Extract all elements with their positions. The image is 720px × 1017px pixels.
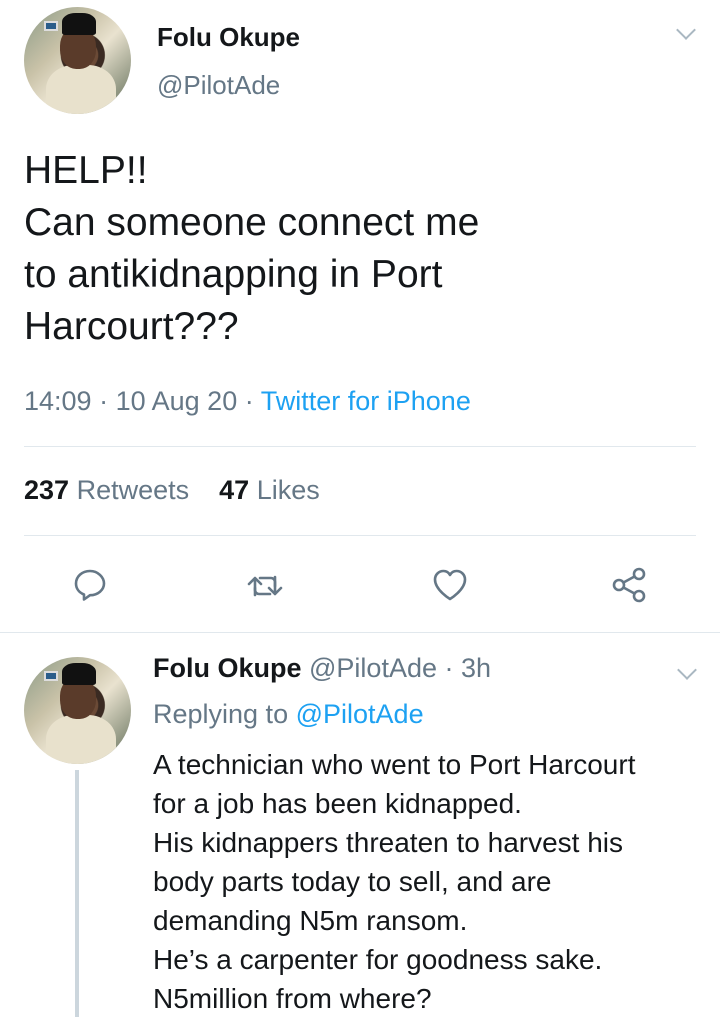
replying-to-label: Replying to <box>153 699 289 729</box>
likes-label: Likes <box>256 475 320 505</box>
chevron-down-icon[interactable] <box>677 660 697 680</box>
retweets-stat[interactable]: 237 Retweets <box>24 475 189 505</box>
author-name[interactable]: Folu Okupe <box>157 22 300 53</box>
reply-author-handle[interactable]: @PilotAde <box>309 653 437 683</box>
replying-to-handle[interactable]: @PilotAde <box>296 699 424 729</box>
tweet-meta: 14:09 · 10 Aug 20 · Twitter for iPhone <box>24 386 471 417</box>
share-nodes-icon <box>612 567 646 603</box>
avatar-cap <box>62 663 96 685</box>
likes-count: 47 <box>219 475 250 505</box>
retweet-button[interactable] <box>245 565 285 605</box>
heart-icon <box>433 569 467 601</box>
reply-header: Folu Okupe @PilotAde · 3h <box>153 653 491 684</box>
reply-age: 3h <box>461 653 492 683</box>
tweet-stats: 237 Retweets 47 Likes <box>24 475 320 506</box>
avatar-background <box>44 671 58 681</box>
avatar-cap <box>62 13 96 35</box>
tweet-time: 14:09 <box>24 386 92 416</box>
avatar[interactable] <box>24 657 131 764</box>
likes-stat[interactable]: 47 Likes <box>219 475 320 505</box>
reply-button[interactable] <box>70 565 110 605</box>
avatar[interactable] <box>24 7 131 114</box>
meta-separator: · <box>99 386 116 416</box>
avatar-background <box>44 21 58 31</box>
reply-author-name[interactable]: Folu Okupe <box>153 653 302 683</box>
thread-line <box>75 770 79 1017</box>
tweet-text: HELP!! Can someone connect me to antikid… <box>24 149 480 348</box>
speech-bubble-icon <box>74 569 106 601</box>
meta-separator: · <box>444 653 462 683</box>
meta-separator: · <box>244 386 261 416</box>
main-tweet: Folu Okupe @PilotAde HELP!! Can someone … <box>0 0 720 633</box>
divider <box>24 446 696 447</box>
avatar-robe <box>46 715 116 764</box>
retweets-label: Retweets <box>76 475 190 505</box>
retweets-count: 237 <box>24 475 70 505</box>
chevron-down-icon[interactable] <box>676 20 696 40</box>
share-button[interactable] <box>609 565 649 605</box>
reply-tweet[interactable]: Folu Okupe @PilotAde · 3h Replying to @P… <box>0 633 720 1017</box>
like-button[interactable] <box>430 565 470 605</box>
tweet-source-link[interactable]: Twitter for iPhone <box>261 386 471 416</box>
divider <box>24 535 696 536</box>
author-handle[interactable]: @PilotAde <box>157 70 280 101</box>
avatar-robe <box>46 65 116 114</box>
reply-text: A technician who went to Port Harcourt f… <box>153 749 636 1014</box>
replying-to: Replying to @PilotAde <box>153 699 424 730</box>
tweet-date: 10 Aug 20 <box>115 386 238 416</box>
retweet-icon <box>247 575 283 597</box>
